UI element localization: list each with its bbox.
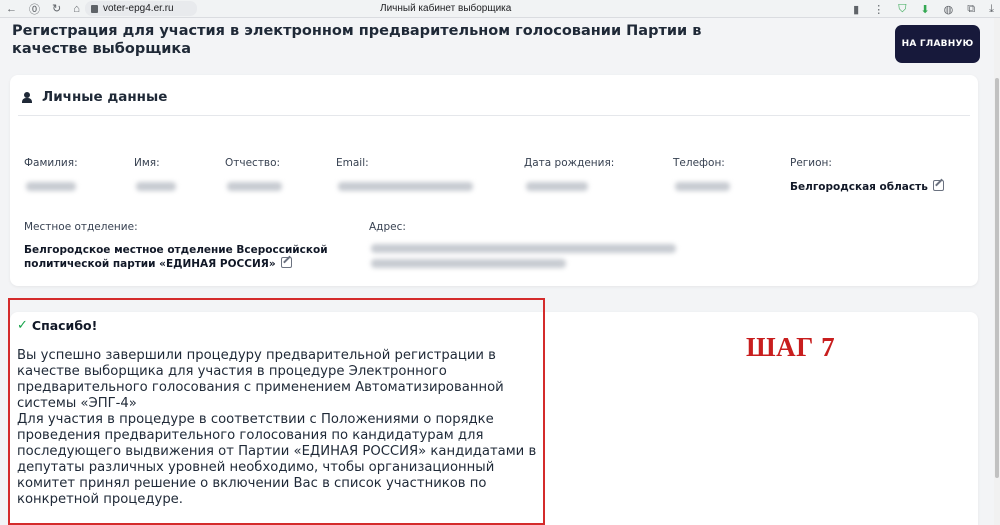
globe-icon[interactable]: ◍ — [944, 3, 954, 16]
extensions-bar: ▮ ⋮ ⛉ ⬇ ◍ ⧉ ⤓ — [853, 1, 994, 17]
menu-dots-icon[interactable]: ⋮ — [873, 3, 884, 16]
patronymic-label: Отчество: — [225, 157, 281, 169]
user-icon — [22, 91, 32, 103]
address-line1-blurred — [371, 244, 676, 253]
phone-label: Телефон: — [673, 157, 725, 169]
region-value: Белгородская область — [790, 180, 944, 194]
home-button[interactable]: НА ГЛАВНУЮ — [895, 25, 980, 63]
surname-value-blurred — [26, 182, 76, 191]
thanks-title-text: Спасибо! — [31, 318, 98, 333]
download-extension-icon[interactable]: ⬇ — [920, 3, 929, 16]
address-label: Адрес: — [369, 221, 406, 233]
bookmark-icon[interactable]: ▮ — [853, 3, 859, 16]
address-line2-blurred — [371, 259, 566, 268]
patronymic-value-blurred — [227, 182, 282, 191]
check-icon: ✓ — [17, 318, 28, 333]
browser-nav: ← ⓪ ↻ ⌂ — [0, 1, 85, 17]
branch-label: Местное отделение: — [24, 221, 138, 233]
phone-value-blurred — [675, 182, 730, 191]
thanks-heading: ✓ Спасибо! — [17, 318, 97, 333]
site-info-icon[interactable]: ⓪ — [29, 1, 40, 17]
surname-label: Фамилия: — [24, 157, 78, 169]
extensions-icon[interactable]: ⧉ — [967, 3, 975, 16]
scrollbar-thumb[interactable] — [995, 78, 999, 478]
birthdate-label: Дата рождения: — [524, 157, 615, 169]
shield-extension-icon[interactable]: ⛉ — [898, 3, 906, 16]
divider — [18, 115, 970, 116]
page-title: Регистрация для участия в электронном пр… — [12, 23, 702, 57]
birthdate-value-blurred — [526, 182, 588, 191]
step-annotation: ШАГ 7 — [746, 332, 836, 362]
tab-title: Личный кабинет выборщика — [380, 3, 512, 14]
back-arrow-icon[interactable]: ← — [6, 3, 17, 15]
browser-toolbar: ← ⓪ ↻ ⌂ voter-epg4.er.ru Личный кабинет … — [0, 0, 1000, 18]
thanks-message: Вы успешно завершили процедуру предварит… — [17, 348, 537, 508]
edit-branch-icon[interactable] — [280, 257, 292, 268]
edit-region-icon[interactable] — [932, 180, 944, 191]
home-icon[interactable]: ⌂ — [73, 3, 80, 15]
reload-icon[interactable]: ↻ — [52, 2, 61, 15]
name-label: Имя: — [134, 157, 160, 169]
name-value-blurred — [136, 182, 176, 191]
region-value-text: Белгородская область — [790, 181, 928, 193]
personal-data-card: Личные данные Фамилия: Имя: Отчество: Em… — [10, 75, 978, 286]
address-bar[interactable]: voter-epg4.er.ru — [85, 1, 197, 16]
lock-icon — [91, 4, 98, 13]
personal-data-heading: Личные данные — [42, 89, 168, 105]
thanks-paragraph-2: Для участия в процедуре в соответствии с… — [17, 412, 537, 507]
email-label: Email: — [336, 157, 369, 169]
personal-data-header: Личные данные — [22, 89, 167, 105]
region-label: Регион: — [790, 157, 832, 169]
page-scrollbar[interactable] — [994, 18, 1000, 525]
branch-value: Белгородское местное отделение Всероссий… — [24, 244, 354, 271]
email-value-blurred — [338, 182, 473, 191]
url-text: voter-epg4.er.ru — [103, 3, 174, 14]
thanks-paragraph-1: Вы успешно завершили процедуру предварит… — [17, 348, 504, 411]
download-icon[interactable]: ⤓ — [989, 3, 994, 16]
